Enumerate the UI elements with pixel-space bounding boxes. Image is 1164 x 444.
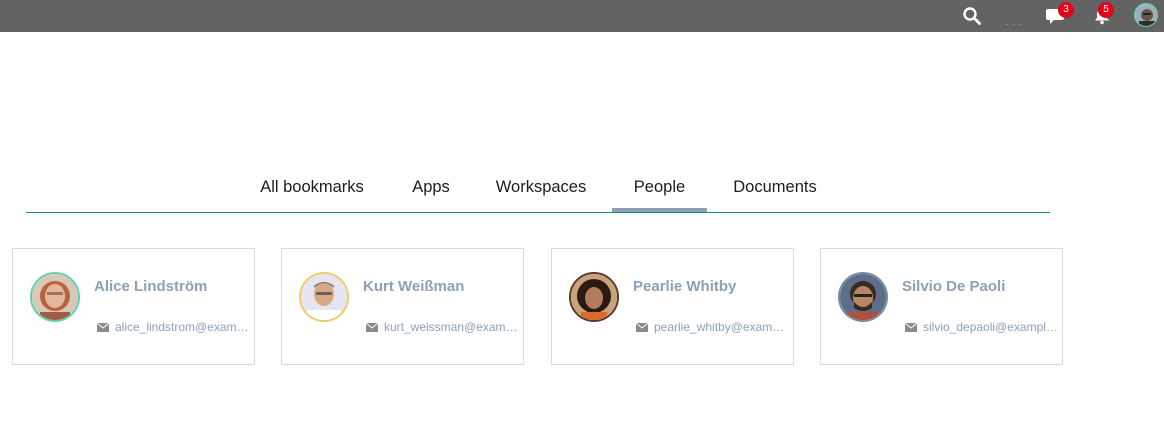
top-bar: ... 3 5: [0, 0, 1164, 32]
tab-apps[interactable]: Apps: [404, 166, 458, 210]
chat-badge: 3: [1058, 2, 1074, 18]
chat-button[interactable]: 3: [1042, 0, 1074, 32]
mail-icon: [97, 323, 109, 332]
person-name[interactable]: Kurt Weißman: [363, 278, 464, 295]
tab-all-bookmarks[interactable]: All bookmarks: [246, 166, 378, 210]
person-email[interactable]: pearlie_whitby@example.com: [654, 320, 790, 334]
mail-icon: [366, 323, 378, 332]
person-name[interactable]: Pearlie Whitby: [633, 278, 736, 295]
avatar: [838, 272, 888, 322]
avatar: [569, 272, 619, 322]
search-button[interactable]: [960, 0, 984, 32]
tab-documents[interactable]: Documents: [726, 166, 824, 210]
mail-icon: [905, 323, 917, 332]
bookmark-tabs: All bookmarks Apps Workspaces People Doc…: [26, 166, 1050, 213]
person-email[interactable]: kurt_weissman@example.com: [384, 320, 520, 334]
person-card[interactable]: Alice Lindström alice_lindstrom@example.…: [12, 248, 255, 365]
more-menu-button[interactable]: ...: [1002, 0, 1028, 36]
search-icon: [963, 7, 981, 25]
person-name[interactable]: Alice Lindström: [94, 278, 207, 295]
avatar: [30, 272, 80, 322]
person-card[interactable]: Kurt Weißman kurt_weissman@example.com: [281, 248, 524, 365]
person-name[interactable]: Silvio De Paoli: [902, 278, 1005, 295]
tab-workspaces[interactable]: Workspaces: [488, 166, 594, 210]
notifications-badge: 5: [1098, 2, 1114, 18]
avatar: [299, 272, 349, 322]
tab-people[interactable]: People: [612, 166, 707, 212]
person-card[interactable]: Silvio De Paoli silvio_depaoli@example.c…: [820, 248, 1063, 365]
user-avatar[interactable]: [1134, 3, 1158, 27]
mail-icon: [636, 323, 648, 332]
person-card[interactable]: Pearlie Whitby pearlie_whitby@example.co…: [551, 248, 794, 365]
notifications-button[interactable]: 5: [1088, 0, 1116, 32]
person-email[interactable]: alice_lindstrom@example.com: [115, 320, 251, 334]
person-email[interactable]: silvio_depaoli@example.com: [923, 320, 1059, 334]
